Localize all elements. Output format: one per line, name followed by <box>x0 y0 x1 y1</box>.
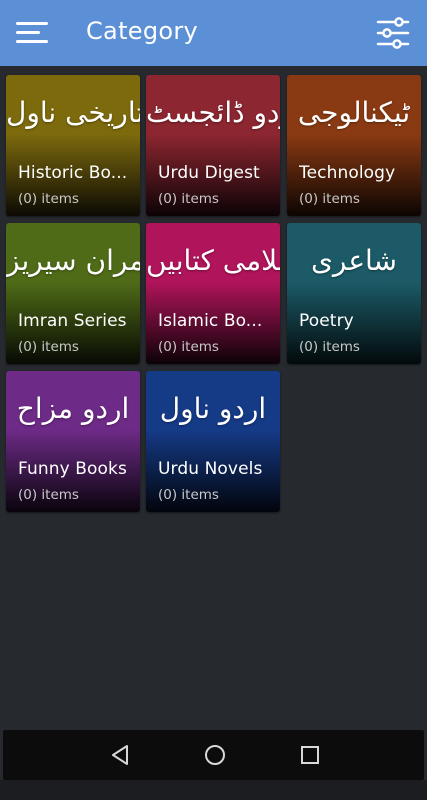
tile-category-name: Urdu Novels <box>158 459 263 479</box>
tile-urdu-title: اردو مزاح <box>16 392 130 425</box>
category-tile-urdu-novels[interactable]: اردو ناول Urdu Novels (0) items <box>146 371 280 512</box>
tile-item-count: (0) items <box>158 191 219 207</box>
tile-item-count: (0) items <box>299 339 360 355</box>
back-triangle-icon[interactable] <box>107 742 133 768</box>
recents-square-icon[interactable] <box>297 742 323 768</box>
tile-category-name: Technology <box>299 163 396 183</box>
category-tile-technology[interactable]: ٹیکنالوجی Technology (0) items <box>287 75 421 216</box>
tile-item-count: (0) items <box>158 487 219 503</box>
tile-category-name: Historic Bo... <box>18 163 128 183</box>
tile-category-name: Urdu Digest <box>158 163 260 183</box>
tile-item-count: (0) items <box>299 191 360 207</box>
category-tile-historic[interactable]: تاریخی ناول Historic Bo... (0) items <box>6 75 140 216</box>
tile-item-count: (0) items <box>18 339 79 355</box>
tile-category-name: Funny Books <box>18 459 127 479</box>
tile-urdu-title: عمران سیریز <box>6 244 140 277</box>
tile-urdu-title: ٹیکنالوجی <box>297 96 411 129</box>
tile-urdu-title: شاعری <box>310 244 398 277</box>
home-circle-icon[interactable] <box>202 742 228 768</box>
system-navigation-bar <box>3 730 424 780</box>
hamburger-menu-icon[interactable] <box>16 22 48 44</box>
tile-category-name: Imran Series <box>18 311 127 331</box>
category-tile-urdu-digest[interactable]: اردو ڈائجسٹ Urdu Digest (0) items <box>146 75 280 216</box>
bottom-edge <box>0 780 427 800</box>
tile-category-name: Poetry <box>299 311 354 331</box>
category-tile-imran-series[interactable]: عمران سیریز Imran Series (0) items <box>6 223 140 364</box>
tile-urdu-title: اسلامی کتابیں <box>146 244 280 277</box>
tile-item-count: (0) items <box>158 339 219 355</box>
category-tile-poetry[interactable]: شاعری Poetry (0) items <box>287 223 421 364</box>
page-title: Category <box>86 17 199 45</box>
tile-urdu-title: اردو ناول <box>159 392 267 425</box>
tile-item-count: (0) items <box>18 191 79 207</box>
sliders-filter-icon[interactable] <box>376 17 410 49</box>
tile-urdu-title: تاریخی ناول <box>6 96 140 129</box>
tile-category-name: Islamic Bo... <box>158 311 263 331</box>
category-tile-funny-books[interactable]: اردو مزاح Funny Books (0) items <box>6 371 140 512</box>
app-bar: Category <box>0 0 427 66</box>
tile-item-count: (0) items <box>18 487 79 503</box>
category-tile-islamic[interactable]: اسلامی کتابیں Islamic Bo... (0) items <box>146 223 280 364</box>
tile-urdu-title: اردو ڈائجسٹ <box>146 96 280 129</box>
